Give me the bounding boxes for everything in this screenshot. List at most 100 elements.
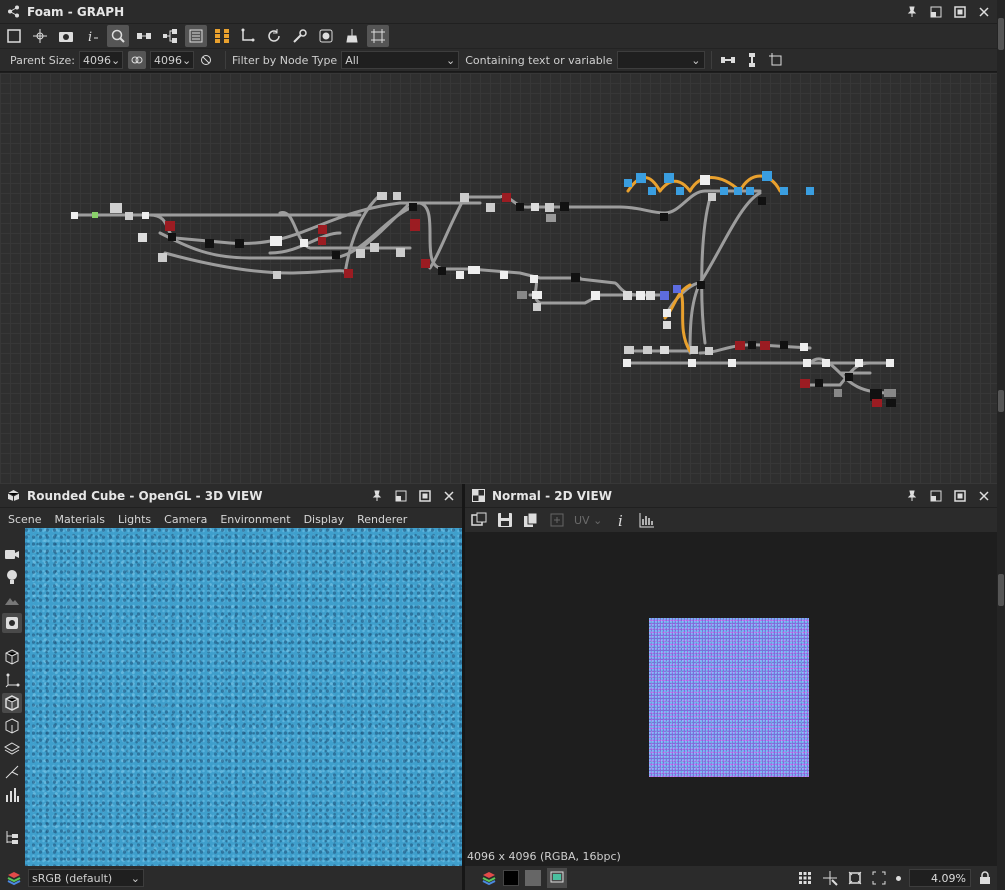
frame-selected-icon[interactable] bbox=[29, 25, 51, 47]
copy-icon[interactable] bbox=[520, 509, 542, 531]
wireframe-cube-icon[interactable] bbox=[2, 716, 22, 736]
view3d-menubar: Scene Materials Lights Camera Environmen… bbox=[0, 508, 462, 530]
bar-chart-icon[interactable] bbox=[2, 785, 22, 805]
fit-view-icon[interactable] bbox=[848, 871, 862, 885]
branch-icon[interactable] bbox=[2, 762, 22, 782]
light-bulb-icon[interactable] bbox=[2, 567, 22, 587]
menu-lights[interactable]: Lights bbox=[118, 513, 151, 526]
pin-icon[interactable] bbox=[370, 489, 384, 503]
bake-icon[interactable] bbox=[315, 25, 337, 47]
lock-icon[interactable] bbox=[979, 871, 991, 885]
refresh-icon[interactable] bbox=[263, 25, 285, 47]
uv-dropdown: UV ⌄ bbox=[574, 513, 603, 527]
view2d-titlebar: Normal - 2D VIEW bbox=[465, 484, 997, 508]
export-image-icon[interactable] bbox=[468, 509, 490, 531]
size-select[interactable]: 4096 ⌄ bbox=[150, 51, 194, 69]
channels-icon[interactable] bbox=[481, 870, 497, 886]
2d-viewport[interactable]: 4096 x 4096 (RGBA, 16bpc) bbox=[465, 532, 997, 866]
tree-list-icon[interactable] bbox=[2, 827, 22, 847]
zoom-value: 4.09% bbox=[931, 871, 966, 885]
graph-vertical-scrollbar[interactable] bbox=[997, 0, 1005, 484]
containing-label: Containing text or variable bbox=[465, 53, 613, 67]
maximize-icon[interactable] bbox=[953, 489, 967, 503]
menu-camera[interactable]: Camera bbox=[164, 513, 207, 526]
snap-icon[interactable] bbox=[766, 50, 786, 70]
view3d-titlebar: Rounded Cube - OpenGL - 3D VIEW bbox=[0, 484, 462, 508]
grid-snap-icon[interactable] bbox=[367, 25, 389, 47]
frame-icon[interactable] bbox=[185, 25, 207, 47]
hierarchy-icon[interactable] bbox=[159, 25, 181, 47]
vertical-align-icon[interactable] bbox=[742, 50, 762, 70]
colorspace-select[interactable]: sRGB (default) ⌄ bbox=[28, 869, 144, 887]
close-icon[interactable] bbox=[977, 489, 991, 503]
chevron-down-icon: ⌄ bbox=[445, 53, 456, 67]
scroll-thumb[interactable] bbox=[998, 574, 1004, 606]
chevron-down-icon: ⌄ bbox=[691, 53, 701, 67]
separator bbox=[710, 51, 712, 69]
frame-all-icon[interactable] bbox=[3, 25, 25, 47]
layers-icon[interactable] bbox=[2, 739, 22, 759]
graph-title: Foam - GRAPH bbox=[27, 4, 125, 19]
zoom-100-icon[interactable] bbox=[872, 871, 886, 885]
float-window-icon[interactable] bbox=[929, 489, 943, 503]
wrench-icon[interactable] bbox=[289, 25, 311, 47]
link-style-icon[interactable] bbox=[237, 25, 259, 47]
3d-viewport[interactable] bbox=[25, 528, 462, 866]
parent-size-select[interactable]: 4096 ⌄ bbox=[79, 51, 123, 69]
containing-select[interactable]: ⌄ bbox=[616, 51, 705, 69]
environment-icon[interactable] bbox=[2, 590, 22, 610]
view2d-toolbar: UV ⌄ i bbox=[465, 508, 997, 532]
node-graph bbox=[71, 171, 896, 407]
scroll-thumb[interactable] bbox=[998, 390, 1004, 412]
graph-panel: Foam - GRAPH i Parent Size: 4096 ⌄ 4096 ⌄ … bbox=[0, 0, 997, 484]
connect-nodes-icon[interactable] bbox=[718, 50, 738, 70]
cube-icon bbox=[6, 489, 20, 503]
maximize-icon[interactable] bbox=[953, 5, 967, 19]
pin-icon[interactable] bbox=[905, 489, 919, 503]
zoom-field[interactable]: 4.09% bbox=[909, 869, 971, 887]
menu-display[interactable]: Display bbox=[304, 513, 345, 526]
float-window-icon[interactable] bbox=[929, 5, 943, 19]
cube-grid-icon[interactable] bbox=[2, 647, 22, 667]
reset-size-icon[interactable] bbox=[197, 51, 215, 69]
camera-icon[interactable] bbox=[55, 25, 77, 47]
right-scrollbar[interactable] bbox=[997, 484, 1005, 890]
link-size-icon[interactable] bbox=[128, 51, 146, 69]
graph-canvas[interactable] bbox=[0, 73, 997, 484]
search-icon[interactable] bbox=[107, 25, 129, 47]
grid-icon[interactable] bbox=[798, 871, 812, 885]
checker-background-swatch[interactable] bbox=[525, 870, 541, 886]
black-background-swatch[interactable] bbox=[503, 870, 519, 886]
display-mode-icon[interactable] bbox=[547, 868, 567, 888]
align-nodes-icon[interactable] bbox=[133, 25, 155, 47]
size-value: 4096 bbox=[154, 53, 182, 67]
cube-icon[interactable] bbox=[2, 693, 22, 713]
info-icon[interactable]: i bbox=[610, 509, 632, 531]
close-icon[interactable] bbox=[977, 5, 991, 19]
pin-icon[interactable] bbox=[905, 5, 919, 19]
scroll-thumb[interactable] bbox=[998, 18, 1004, 50]
axis-icon[interactable] bbox=[2, 670, 22, 690]
histogram-icon[interactable] bbox=[636, 509, 658, 531]
parent-size-label: Parent Size: bbox=[10, 53, 75, 67]
filter-label: Filter by Node Type bbox=[232, 53, 338, 67]
close-icon[interactable] bbox=[442, 489, 456, 503]
graph-titlebar: Foam - GRAPH bbox=[0, 0, 997, 24]
svg-text:i: i bbox=[88, 30, 92, 44]
menu-scene[interactable]: Scene bbox=[8, 513, 42, 526]
menu-environment[interactable]: Environment bbox=[220, 513, 290, 526]
float-window-icon[interactable] bbox=[394, 489, 408, 503]
maximize-icon[interactable] bbox=[418, 489, 432, 503]
view3d-statusbar: sRGB (default) ⌄ bbox=[0, 866, 462, 890]
save-icon[interactable] bbox=[494, 509, 516, 531]
menu-materials[interactable]: Materials bbox=[55, 513, 105, 526]
info-icon[interactable]: i bbox=[81, 25, 103, 47]
material-icon[interactable] bbox=[2, 613, 22, 633]
clean-icon[interactable] bbox=[341, 25, 363, 47]
view2d-panel: Normal - 2D VIEW UV ⌄ i 4096 x 4096 (RGB… bbox=[465, 484, 997, 890]
camera-icon[interactable] bbox=[2, 544, 22, 564]
menu-renderer[interactable]: Renderer bbox=[357, 513, 407, 526]
node-list-icon[interactable] bbox=[211, 25, 233, 47]
filter-select[interactable]: All ⌄ bbox=[341, 51, 460, 69]
pick-position-icon[interactable] bbox=[822, 870, 838, 886]
